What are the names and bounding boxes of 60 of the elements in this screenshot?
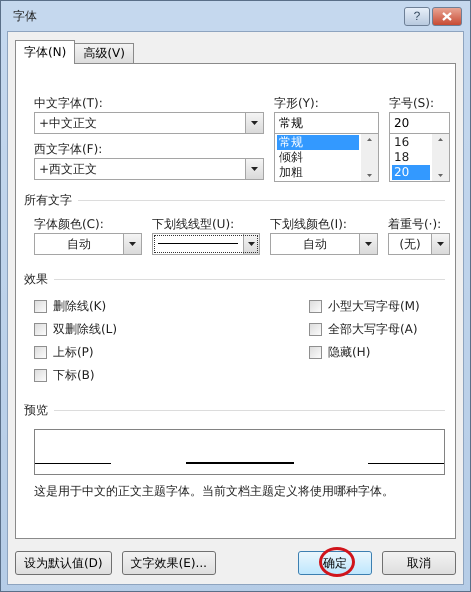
dropdown-arrow-icon xyxy=(365,242,372,246)
checkbox[interactable] xyxy=(309,323,322,336)
checkbox-label: 删除线(K) xyxy=(53,298,106,315)
field-label: 下划线颜色(I): xyxy=(270,216,348,233)
checkbox-label: 隐藏(H) xyxy=(328,344,370,361)
list-option[interactable]: 加粗 xyxy=(277,165,359,180)
field-label: 着重号(·): xyxy=(388,216,442,233)
dropdown[interactable]: (无) xyxy=(388,233,450,255)
dropdown-arrow-icon xyxy=(437,242,444,246)
close-button[interactable] xyxy=(432,6,462,26)
dropdown[interactable]: +中文正文 xyxy=(34,112,264,134)
scroll-down-icon[interactable] xyxy=(438,174,443,177)
input-field[interactable]: 常规 xyxy=(274,112,379,134)
checkbox[interactable] xyxy=(34,346,47,359)
close-icon xyxy=(442,12,452,20)
field-label: 中文字体(T): xyxy=(34,95,104,112)
checkbox[interactable] xyxy=(34,300,47,313)
tab[interactable]: 字体(N) xyxy=(15,40,76,64)
section-heading: 效果 xyxy=(24,271,48,288)
help-button[interactable]: ? xyxy=(404,6,430,26)
checkbox-label: 全部大写字母(A) xyxy=(328,321,418,338)
checkbox[interactable] xyxy=(34,323,47,336)
field-label: 字号(S): xyxy=(389,95,436,112)
field-label: 下划线线型(U): xyxy=(152,216,236,233)
dropdown[interactable] xyxy=(152,233,260,255)
checkbox-label: 双删除线(L) xyxy=(53,321,118,338)
field-label: 西文字体(F): xyxy=(34,141,104,158)
list-option[interactable]: 倾斜 xyxy=(277,150,359,165)
checkbox-label: 小型大写字母(M) xyxy=(328,298,420,315)
dropdown[interactable]: 自动 xyxy=(270,233,378,255)
section-heading: 预览 xyxy=(24,402,48,419)
checkbox[interactable] xyxy=(309,346,322,359)
preview-description: 这是用于中文的正文主题字体。当前文档主题定义将使用哪种字体。 xyxy=(34,483,395,500)
dropdown-arrow-icon xyxy=(251,121,258,125)
scroll-up-icon[interactable] xyxy=(438,138,443,141)
dropdown-arrow-icon xyxy=(129,242,136,246)
checkbox-label: 下标(B) xyxy=(53,367,95,384)
scroll-down-icon[interactable] xyxy=(367,174,372,177)
dropdown[interactable]: +西文正文 xyxy=(34,158,264,180)
list-box[interactable]: 16 18 20 xyxy=(389,134,450,182)
checkbox[interactable] xyxy=(309,300,322,313)
input-field[interactable]: 20 xyxy=(389,112,450,134)
line-style-icon xyxy=(158,243,238,245)
dialog-button[interactable]: 取消 xyxy=(382,551,456,575)
section-heading: 所有文字 xyxy=(24,192,72,209)
list-box[interactable]: 常规 倾斜 加粗 xyxy=(274,134,379,182)
list-option[interactable]: 16 xyxy=(392,135,430,150)
dialog-button[interactable]: 设为默认值(D) xyxy=(15,551,112,575)
dialog-button[interactable]: 文字效果(E)... xyxy=(122,551,216,575)
list-option[interactable]: 18 xyxy=(392,150,430,165)
checkbox-label: 上标(P) xyxy=(53,344,94,361)
field-label: 字形(Y): xyxy=(274,95,320,112)
field-label: 字体颜色(C): xyxy=(34,216,105,233)
tab[interactable]: 高级(V) xyxy=(74,43,134,64)
dropdown-arrow-icon xyxy=(248,242,255,246)
scroll-up-icon[interactable] xyxy=(367,138,372,141)
dropdown[interactable]: 自动 xyxy=(34,233,142,255)
checkbox[interactable] xyxy=(34,369,47,382)
dropdown-arrow-icon xyxy=(251,167,258,171)
window-title: 字体 xyxy=(13,8,38,24)
